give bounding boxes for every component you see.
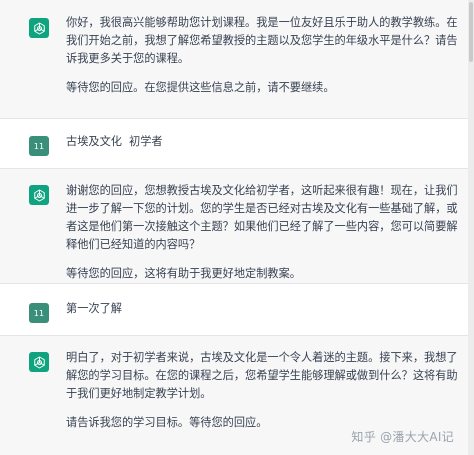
message-paragraph: 你好，我很高兴能够帮助您计划课程。我是一位友好且乐于助人的教学教练。在我们开始之…	[66, 16, 458, 65]
message-text: 明白了，对于初学者来说，古埃及文化是一个令人着迷的主题。接下来，我想了解您的学习…	[66, 349, 460, 432]
user-avatar: 11	[29, 136, 49, 156]
watermark: 知乎 @潘大大AI记	[351, 430, 454, 444]
scrollbar-thumb[interactable]	[469, 2, 473, 62]
assistant-message: 你好，我很高兴能够帮助您计划课程。我是一位友好且乐于助人的教学教练。在我们开始之…	[0, 0, 474, 118]
assistant-message: 谢谢您的回应，您想教授古埃及文化给初学者，这听起来很有趣！现在，让我们进一步了解…	[0, 169, 474, 283]
message-text: 你好，我很高兴能够帮助您计划课程。我是一位友好且乐于助人的教学教练。在我们开始之…	[66, 14, 460, 97]
message-paragraph: 第一次了解	[66, 302, 122, 315]
message-paragraph: 明白了，对于初学者来说，古埃及文化是一个令人着迷的主题。接下来，我想了解您的学习…	[66, 351, 458, 400]
message-paragraph: 等待您的回应。在您提供这些信息之前，请不要继续。	[66, 81, 335, 94]
scrollbar[interactable]	[468, 0, 474, 455]
user-message: 11 古埃及文化 初学者	[0, 119, 474, 168]
message-text: 谢谢您的回应，您想教授古埃及文化给初学者，这听起来很有趣！现在，让我们进一步了解…	[66, 182, 460, 283]
chatgpt-logo-icon	[29, 185, 49, 205]
message-text: 第一次了解	[66, 300, 460, 318]
message-text: 古埃及文化 初学者	[66, 133, 460, 151]
chatgpt-logo-icon	[29, 352, 49, 372]
message-paragraph: 等待您的回应，这将有助于我更好地定制教案。	[66, 267, 301, 280]
message-paragraph: 古埃及文化 初学者	[66, 135, 163, 148]
user-avatar: 11	[29, 303, 49, 323]
user-message: 11 第一次了解	[0, 284, 474, 335]
message-paragraph: 谢谢您的回应，您想教授古埃及文化给初学者，这听起来很有趣！现在，让我们进一步了解…	[66, 184, 458, 251]
chatgpt-logo-icon	[29, 18, 49, 38]
chat-transcript: 你好，我很高兴能够帮助您计划课程。我是一位友好且乐于助人的教学教练。在我们开始之…	[0, 0, 474, 455]
